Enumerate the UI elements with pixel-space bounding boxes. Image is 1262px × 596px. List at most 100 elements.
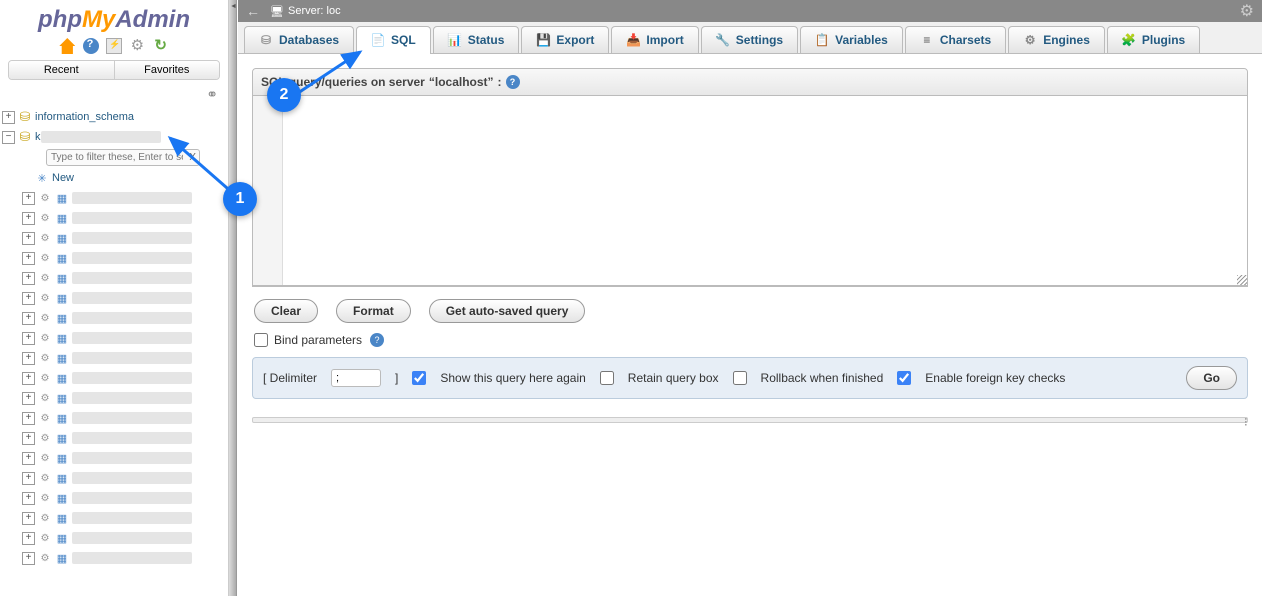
table-ops-icon[interactable] <box>38 411 52 425</box>
table-ops-icon[interactable] <box>38 471 52 485</box>
tree-table-row[interactable]: + <box>2 488 226 508</box>
expand-icon[interactable]: + <box>22 452 35 465</box>
tree-node-infoschema[interactable]: + information_schema <box>2 107 226 127</box>
table-ops-icon[interactable] <box>38 451 52 465</box>
rollback-checkbox[interactable] <box>733 371 747 385</box>
fk-label[interactable]: Enable foreign key checks <box>925 371 1065 385</box>
sql-editor[interactable]: 1 <box>253 96 1247 286</box>
bind-params-checkbox[interactable] <box>254 333 268 347</box>
expand-icon[interactable]: + <box>22 472 35 485</box>
go-button[interactable]: Go <box>1186 366 1237 390</box>
bind-params-label[interactable]: Bind parameters <box>274 333 362 347</box>
panel-resize-bar[interactable] <box>252 417 1248 423</box>
tab-databases[interactable]: Databases <box>244 26 354 53</box>
expand-icon[interactable]: + <box>22 412 35 425</box>
tree-table-row[interactable]: + <box>2 428 226 448</box>
db-label[interactable]: information_schema <box>35 111 134 123</box>
table-ops-icon[interactable] <box>38 491 52 505</box>
filter-clear-icon[interactable]: X <box>189 152 196 163</box>
tree-table-row[interactable]: + <box>2 368 226 388</box>
tab-status[interactable]: Status <box>433 26 520 53</box>
expand-icon[interactable]: + <box>22 512 35 525</box>
tree-table-row[interactable]: + <box>2 388 226 408</box>
clear-button[interactable]: Clear <box>254 299 318 323</box>
help-icon[interactable]: ? <box>506 75 520 89</box>
expand-icon[interactable]: + <box>22 352 35 365</box>
tree-table-row[interactable]: + <box>2 308 226 328</box>
tree-table-row[interactable]: + <box>2 248 226 268</box>
tree-table-row[interactable]: + <box>2 188 226 208</box>
back-arrow-icon[interactable]: ← <box>246 3 260 19</box>
tab-export[interactable]: Export <box>521 26 609 53</box>
expand-icon[interactable]: + <box>22 252 35 265</box>
tab-import[interactable]: Import <box>611 26 698 53</box>
collapse-icon[interactable]: − <box>2 131 15 144</box>
table-ops-icon[interactable] <box>38 531 52 545</box>
tab-engines[interactable]: Engines <box>1008 26 1105 53</box>
show-again-label[interactable]: Show this query here again <box>440 371 585 385</box>
get-autosaved-button[interactable]: Get auto-saved query <box>429 299 586 323</box>
expand-icon[interactable]: + <box>22 332 35 345</box>
fk-checkbox[interactable] <box>897 371 911 385</box>
table-ops-icon[interactable] <box>38 251 52 265</box>
resize-grip-icon[interactable] <box>1237 275 1247 285</box>
tree-table-row[interactable]: + <box>2 548 226 568</box>
show-again-checkbox[interactable] <box>412 371 426 385</box>
table-ops-icon[interactable] <box>38 431 52 445</box>
new-label[interactable]: New <box>52 172 74 184</box>
tree-table-row[interactable]: + <box>2 448 226 468</box>
expand-icon[interactable]: + <box>22 432 35 445</box>
sidebar-resize-handle[interactable] <box>229 0 237 596</box>
reload-icon[interactable]: ↻ <box>153 38 169 54</box>
tree-table-row[interactable]: + <box>2 288 226 308</box>
tree-table-row[interactable]: + <box>2 228 226 248</box>
db-label-prefix[interactable]: k <box>35 131 41 143</box>
logo[interactable]: phpMyAdmin <box>0 0 228 36</box>
tree-table-row[interactable]: + <box>2 528 226 548</box>
retain-label[interactable]: Retain query box <box>628 371 719 385</box>
expand-icon[interactable]: + <box>22 192 35 205</box>
expand-icon[interactable]: + <box>22 292 35 305</box>
settings-gear-icon[interactable]: ⚙ <box>1240 1 1254 21</box>
retain-checkbox[interactable] <box>600 371 614 385</box>
table-ops-icon[interactable] <box>38 191 52 205</box>
expand-icon[interactable]: + <box>2 111 15 124</box>
server-breadcrumb[interactable]: Server: loc <box>288 5 341 17</box>
table-ops-icon[interactable] <box>38 511 52 525</box>
table-ops-icon[interactable] <box>38 331 52 345</box>
filter-input[interactable] <box>46 149 200 166</box>
tree-node-new[interactable]: New <box>2 168 226 188</box>
expand-icon[interactable]: + <box>22 492 35 505</box>
table-ops-icon[interactable] <box>38 371 52 385</box>
table-ops-icon[interactable] <box>38 311 52 325</box>
recent-tab[interactable]: Recent <box>9 61 115 79</box>
rollback-label[interactable]: Rollback when finished <box>761 371 884 385</box>
expand-icon[interactable]: + <box>22 312 35 325</box>
table-ops-icon[interactable] <box>38 291 52 305</box>
format-button[interactable]: Format <box>336 299 411 323</box>
table-ops-icon[interactable] <box>38 351 52 365</box>
expand-icon[interactable]: + <box>22 232 35 245</box>
tab-variables[interactable]: Variables <box>800 26 903 53</box>
delimiter-input[interactable] <box>331 369 381 387</box>
sql-small-icon[interactable] <box>106 38 122 54</box>
tree-table-row[interactable]: + <box>2 468 226 488</box>
tab-settings[interactable]: Settings <box>701 26 798 53</box>
tree-table-row[interactable]: + <box>2 268 226 288</box>
table-ops-icon[interactable] <box>38 551 52 565</box>
expand-icon[interactable]: + <box>22 212 35 225</box>
expand-icon[interactable]: + <box>22 552 35 565</box>
help-icon[interactable] <box>83 38 99 54</box>
favorites-tab[interactable]: Favorites <box>115 61 220 79</box>
tree-table-row[interactable]: + <box>2 408 226 428</box>
tree-table-row[interactable]: + <box>2 208 226 228</box>
tree-node-db2[interactable]: − k <box>2 127 226 147</box>
expand-icon[interactable]: + <box>22 372 35 385</box>
expand-icon[interactable]: + <box>22 532 35 545</box>
expand-icon[interactable]: + <box>22 392 35 405</box>
tab-sql[interactable]: SQL <box>356 26 431 53</box>
home-icon[interactable] <box>59 38 75 54</box>
gear-icon[interactable]: ⚙ <box>129 38 145 54</box>
table-ops-icon[interactable] <box>38 211 52 225</box>
help-icon[interactable]: ? <box>370 333 384 347</box>
